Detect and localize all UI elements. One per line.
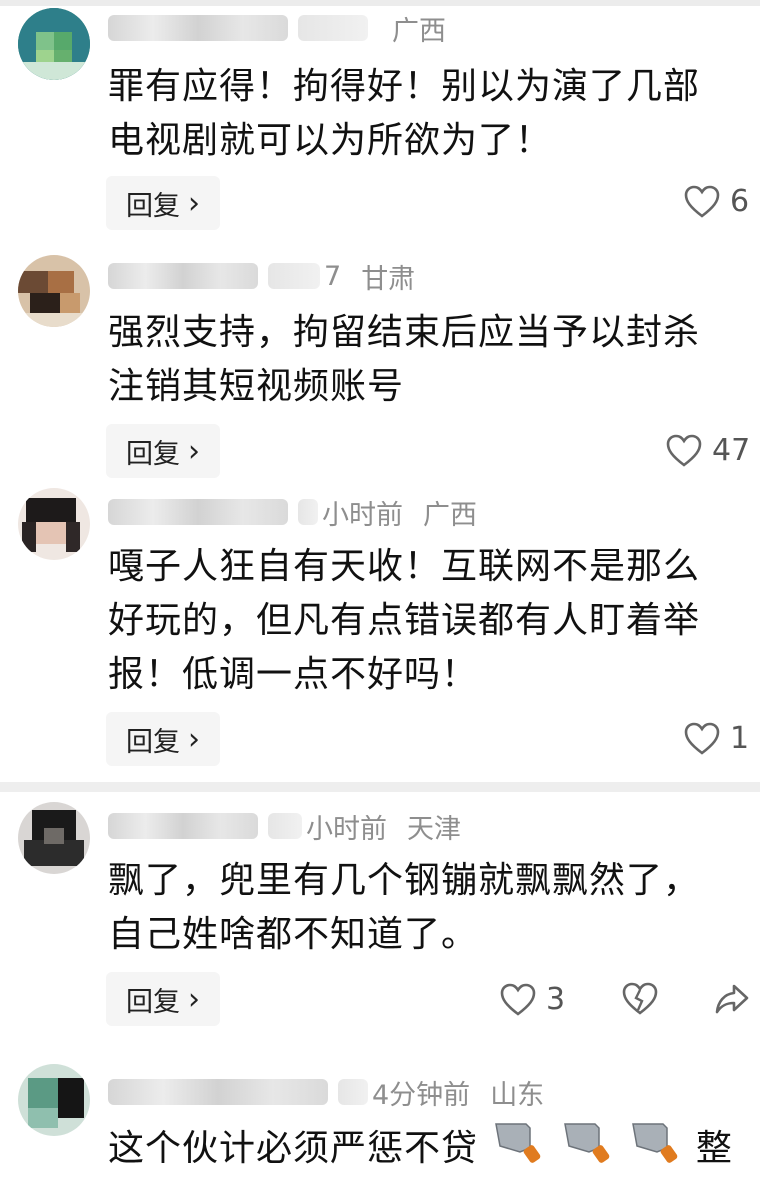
- comment-text: 罪有应得！拘得好！别以为演了几部 电视剧就可以为所欲为了！: [108, 60, 753, 168]
- comment-location: 山东: [490, 1079, 545, 1111]
- reply-button[interactable]: 回复 ›: [106, 972, 220, 1026]
- reply-label: 回复: [126, 986, 180, 1018]
- comment-text-line: 强烈支持，拘留结束后应当予以封杀: [108, 312, 701, 353]
- heart-outline-icon: [684, 185, 720, 218]
- heart-outline-icon: [666, 434, 702, 467]
- comment-text: 嘎子人狂自有天收！互联网不是那么 好玩的，但凡有点错误都有人盯着举 报！低调一点…: [108, 540, 753, 702]
- blurred-time: [338, 1079, 368, 1105]
- reply-label: 回复: [126, 438, 180, 470]
- like-count: 47: [712, 433, 751, 468]
- like-count: 3: [546, 982, 566, 1017]
- dislike-button[interactable]: [622, 982, 658, 1020]
- avatar[interactable]: [18, 802, 90, 874]
- avatar-pixelated-image: [18, 1064, 90, 1136]
- comment-location: 甘肃: [361, 263, 416, 295]
- reply-label: 回复: [126, 190, 180, 222]
- comment-text-line: 飘了，兜里有几个钢镚就飘飘然了，: [108, 860, 701, 901]
- blurred-username[interactable]: [108, 15, 288, 41]
- comment-meta: 广西: [108, 8, 446, 48]
- like-count: 6: [730, 184, 750, 219]
- comment-text-line: 好玩的，但凡有点错误都有人盯着举: [108, 600, 701, 641]
- broken-heart-icon: [622, 982, 658, 1015]
- avatar-pixelated-image: [18, 488, 90, 560]
- avatar[interactable]: [18, 488, 90, 560]
- avatar[interactable]: [18, 8, 90, 80]
- avatar-pixelated-image: [18, 8, 90, 80]
- chevron-right-icon: ›: [188, 433, 200, 469]
- chevron-right-icon: ›: [188, 981, 200, 1017]
- blurred-username[interactable]: [108, 499, 288, 525]
- like-button[interactable]: 3: [500, 982, 565, 1017]
- comment-text-line: 报！低调一点不好吗！: [108, 654, 479, 695]
- reply-button[interactable]: 回复 ›: [106, 712, 220, 766]
- avatar[interactable]: [18, 255, 90, 327]
- reply-button[interactable]: 回复 ›: [106, 176, 220, 230]
- share-button[interactable]: [714, 982, 750, 1020]
- comment-text: 飘了，兜里有几个钢镚就飘飘然了， 自己姓啥都不知道了。: [108, 854, 753, 962]
- chevron-right-icon: ›: [188, 185, 200, 221]
- comment-meta: 7 甘肃: [108, 256, 415, 296]
- blurred-time: [268, 263, 320, 289]
- like-button[interactable]: 6: [684, 184, 749, 219]
- avatar[interactable]: [18, 1064, 90, 1136]
- comment-text: 这个伙计必须严惩不贷 整: [108, 1118, 753, 1182]
- kitchen-knife-emoji-icon: [559, 1118, 615, 1182]
- heart-outline-icon: [500, 983, 536, 1016]
- comment-location: 天津: [407, 813, 461, 845]
- comment-text-line: 罪有应得！拘得好！别以为演了几部: [108, 66, 701, 107]
- comment-meta: 小时前 天津: [108, 806, 461, 846]
- comment-text-line: 电视剧就可以为所欲为了！: [108, 120, 553, 161]
- comment-text: 强烈支持，拘留结束后应当予以封杀 注销其短视频账号: [108, 306, 753, 414]
- share-arrow-icon: [715, 984, 749, 1014]
- blurred-username[interactable]: [108, 813, 258, 839]
- comment-time: 小时前: [306, 813, 387, 845]
- comment-meta: 4分钟前 山东: [108, 1072, 544, 1112]
- avatar-pixelated-image: [18, 255, 90, 327]
- top-divider: [0, 0, 760, 6]
- comment-meta: 小时前 广西: [108, 492, 477, 532]
- section-divider: [0, 782, 760, 792]
- comment-text-line: 嘎子人狂自有天收！互联网不是那么: [108, 546, 701, 587]
- comment-time: 7: [324, 260, 342, 292]
- blurred-username[interactable]: [108, 263, 258, 289]
- reply-label: 回复: [126, 726, 180, 758]
- comment-time: 4分钟前: [372, 1079, 471, 1111]
- comment-time: 小时前: [322, 499, 403, 531]
- comment-text-suffix: 整: [695, 1128, 733, 1169]
- comment-location: 广西: [392, 15, 446, 47]
- comment-location: 广西: [423, 499, 477, 531]
- like-button[interactable]: 47: [666, 433, 750, 468]
- comment-text-line: 这个伙计必须严惩不贷: [108, 1128, 479, 1169]
- comment-text-line: 注销其短视频账号: [108, 366, 405, 407]
- blurred-time: [298, 499, 318, 525]
- comment-text-line: 自己姓啥都不知道了。: [108, 914, 479, 955]
- chevron-right-icon: ›: [188, 721, 200, 757]
- heart-outline-icon: [684, 722, 720, 755]
- avatar-pixelated-image: [18, 802, 90, 874]
- blurred-time: [268, 813, 302, 839]
- blurred-time: [298, 15, 368, 41]
- kitchen-knife-emoji-icon: [490, 1118, 546, 1182]
- blurred-username[interactable]: [108, 1079, 328, 1105]
- kitchen-knife-emoji-icon: [627, 1118, 683, 1182]
- like-button[interactable]: 1: [684, 721, 749, 756]
- like-count: 1: [730, 721, 750, 756]
- reply-button[interactable]: 回复 ›: [106, 424, 220, 478]
